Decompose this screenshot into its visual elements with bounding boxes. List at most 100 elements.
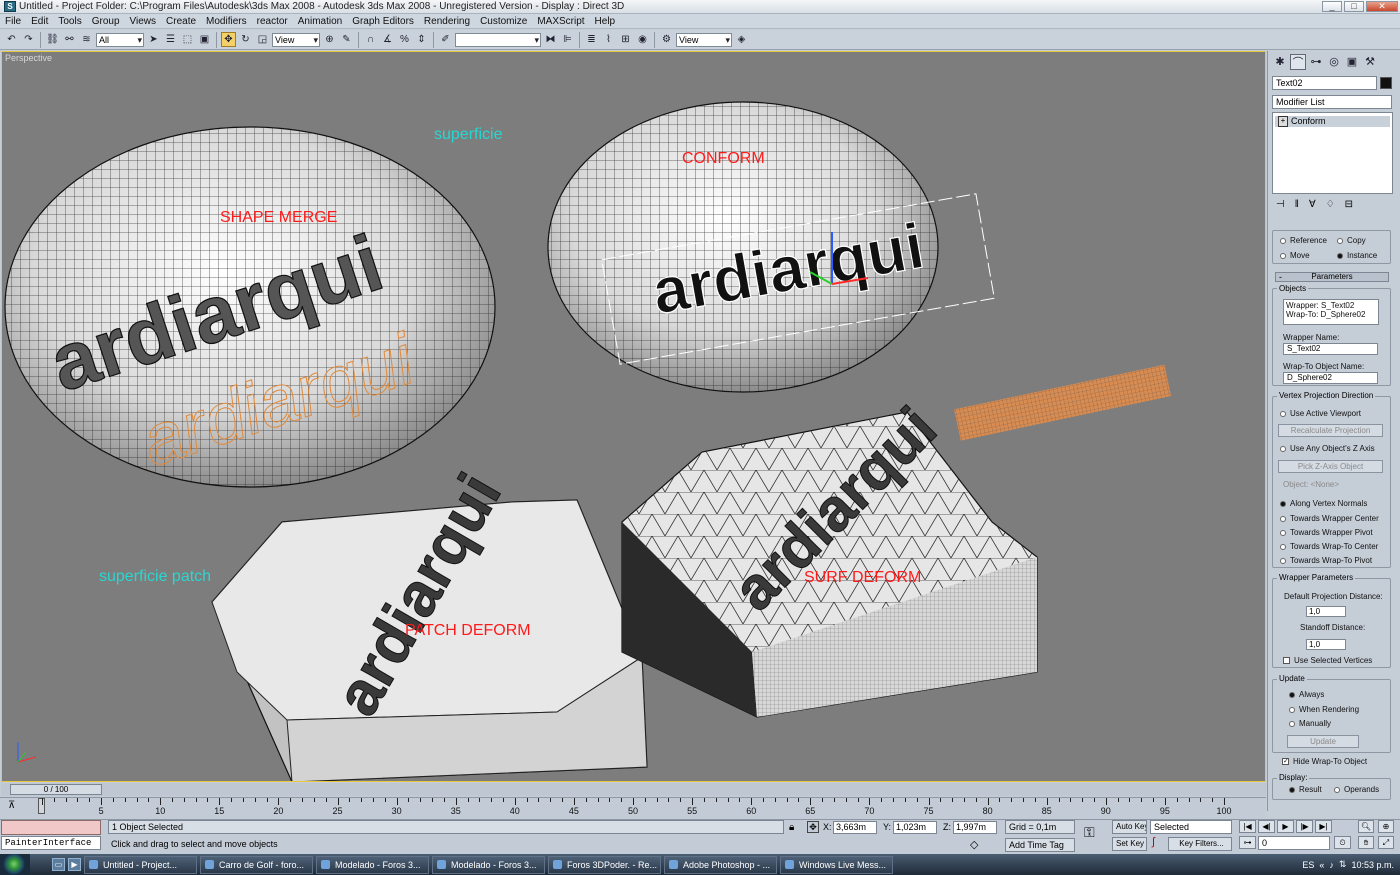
menu-edit[interactable]: Edit	[26, 16, 53, 27]
menu-file[interactable]: File	[0, 16, 26, 27]
reference-coordinate-dropdown[interactable]: View	[272, 32, 320, 47]
selection-filter-dropdown[interactable]: All	[96, 32, 144, 47]
y-coordinate-field[interactable]: 1,023m	[893, 821, 937, 834]
layer-manager-icon[interactable]: ≣	[584, 32, 599, 47]
snaps-toggle-icon[interactable]: ∩	[363, 32, 378, 47]
auto-key-button[interactable]: Auto Key	[1112, 820, 1147, 834]
named-selection-dropdown[interactable]	[455, 32, 541, 47]
language-indicator[interactable]: ES	[1302, 860, 1314, 870]
set-key-icon[interactable]: ⚿	[1084, 824, 1095, 841]
use-active-viewport-radio[interactable]: Use Active Viewport	[1280, 409, 1361, 418]
select-and-link-icon[interactable]: ⛓	[45, 32, 60, 47]
mirror-icon[interactable]: ⧓	[543, 32, 558, 47]
undo-icon[interactable]: ↶	[4, 32, 19, 47]
along-vertex-normals-radio[interactable]: Along Vertex Normals	[1280, 499, 1367, 508]
rectangle-selection-icon[interactable]: ⬚	[180, 32, 195, 47]
time-slider-thumb[interactable]: 0 / 100	[10, 784, 102, 795]
previous-frame-icon[interactable]: ◀|	[1258, 820, 1275, 833]
tray-arrow-icon[interactable]: «	[1319, 860, 1324, 870]
time-slider[interactable]: 0 / 100	[1, 783, 1266, 796]
orange-text-object[interactable]	[954, 364, 1172, 441]
taskbar-item-live-messenger[interactable]: Windows Live Mess...	[780, 855, 893, 874]
perspective-viewport[interactable]: ardiarqui ardiarqui ardiarqui ardiarqui …	[1, 51, 1266, 782]
schematic-view-icon[interactable]: ⊞	[618, 32, 633, 47]
stack-item-conform[interactable]: Conform	[1275, 116, 1390, 127]
goto-end-icon[interactable]: ▶|	[1315, 820, 1332, 833]
towards-wrapto-pivot-radio[interactable]: Towards Wrap-To Pivot	[1280, 556, 1372, 565]
curve-editor-icon[interactable]: ⌇	[601, 32, 616, 47]
utilities-tab-icon[interactable]: ⚒	[1362, 54, 1378, 70]
start-button[interactable]	[0, 854, 30, 875]
taskbar-item-photoshop[interactable]: Adobe Photoshop - ...	[664, 855, 777, 874]
media-player-icon[interactable]: ▶	[68, 858, 81, 871]
show-desktop-icon[interactable]: ▭	[52, 858, 65, 871]
bind-space-warp-icon[interactable]: ≋	[79, 32, 94, 47]
angle-snap-icon[interactable]: ∡	[380, 32, 395, 47]
maxscript-listener-mini[interactable]	[1, 820, 101, 835]
always-radio[interactable]: Always	[1289, 690, 1324, 699]
set-key-button[interactable]: Set Key	[1112, 837, 1147, 851]
select-object-icon[interactable]: ➤	[146, 32, 161, 47]
manually-radio[interactable]: Manually	[1289, 719, 1331, 728]
lock-selection-icon[interactable]: 🔒︎	[789, 822, 794, 833]
menu-animation[interactable]: Animation	[293, 16, 347, 27]
pin-stack-icon[interactable]: ⊣	[1276, 199, 1285, 210]
menu-rendering[interactable]: Rendering	[419, 16, 475, 27]
towards-wrapper-pivot-radio[interactable]: Towards Wrapper Pivot	[1280, 528, 1373, 537]
redo-icon[interactable]: ↷	[21, 32, 36, 47]
create-tab-icon[interactable]: ✱	[1272, 54, 1288, 70]
reference-radio[interactable]: Reference	[1280, 236, 1327, 245]
object-color-swatch[interactable]	[1380, 77, 1392, 89]
configure-sets-icon[interactable]: ⊟	[1345, 199, 1353, 210]
zoom-icon[interactable]: 🔍︎	[1358, 820, 1374, 833]
parameters-rollout[interactable]: Parameters	[1275, 272, 1389, 282]
goto-start-icon[interactable]: |◀	[1239, 820, 1256, 833]
taskbar-item-3dsmax[interactable]: Untitled - Project...	[84, 855, 197, 874]
key-filters-button[interactable]: Key Filters...	[1168, 837, 1232, 851]
towards-wrapper-center-radio[interactable]: Towards Wrapper Center	[1280, 514, 1379, 523]
menu-reactor[interactable]: reactor	[252, 16, 293, 27]
remove-modifier-icon[interactable]: ♢	[1326, 199, 1335, 210]
time-configuration-icon[interactable]: ⏲	[1334, 836, 1351, 849]
result-radio[interactable]: Result	[1289, 785, 1322, 794]
select-and-scale-icon[interactable]: ◲	[255, 32, 270, 47]
surf-deform-object[interactable]: ardiarqui	[621, 394, 1038, 718]
viewport-scene[interactable]: ardiarqui ardiarqui ardiarqui ardiarqui …	[2, 52, 1266, 782]
taskbar-item-foros-3dpoder[interactable]: Foros 3DPoder. - Re...	[548, 855, 661, 874]
next-frame-icon[interactable]: |▶	[1296, 820, 1313, 833]
select-and-manipulate-icon[interactable]: ✎	[339, 32, 354, 47]
quick-render-icon[interactable]: ◈	[734, 32, 749, 47]
z-coordinate-field[interactable]: 1,997m	[953, 821, 997, 834]
standoff-distance-spinner[interactable]: 1,0	[1306, 639, 1346, 650]
instance-radio[interactable]: Instance	[1337, 251, 1377, 260]
recalculate-projection-button[interactable]: Recalculate Projection	[1278, 424, 1383, 437]
update-button[interactable]: Update	[1287, 735, 1359, 748]
clock[interactable]: 10:53 p.m.	[1351, 860, 1394, 870]
taskbar-item-carro-de-golf[interactable]: Carro de Golf - foro...	[200, 855, 313, 874]
use-selected-vertices-checkbox[interactable]: Use Selected Vertices	[1283, 656, 1372, 665]
minimize-button[interactable]: _	[1322, 1, 1342, 12]
menu-maxscript[interactable]: MAXScript	[532, 16, 589, 27]
spinner-snap-icon[interactable]: ⇕	[414, 32, 429, 47]
render-setup-icon[interactable]: ⚙	[659, 32, 674, 47]
hide-wrapto-checkbox[interactable]: ✓ Hide Wrap-To Object	[1282, 757, 1367, 766]
close-button[interactable]: ✕	[1366, 1, 1398, 12]
x-coordinate-field[interactable]: 3,663m	[833, 821, 877, 834]
menu-customize[interactable]: Customize	[475, 16, 532, 27]
window-crossing-icon[interactable]: ▣	[197, 32, 212, 47]
edit-named-selection-icon[interactable]: ✐	[438, 32, 453, 47]
play-icon[interactable]: ▶	[1277, 820, 1294, 833]
default-projection-spinner[interactable]: 1,0	[1306, 606, 1346, 617]
hierarchy-tab-icon[interactable]: ⊶	[1308, 54, 1324, 70]
make-unique-icon[interactable]: ∀	[1309, 199, 1316, 210]
percent-snap-icon[interactable]: %	[397, 32, 412, 47]
render-view-dropdown[interactable]: View	[676, 32, 732, 47]
align-icon[interactable]: ⊫	[560, 32, 575, 47]
current-frame-field[interactable]: 0	[1258, 836, 1330, 850]
maxscript-mini-listener[interactable]: PainterInterface	[1, 836, 101, 850]
select-and-move-icon[interactable]: ✥	[221, 32, 236, 47]
network-icon[interactable]: ⇅	[1339, 859, 1347, 870]
motion-tab-icon[interactable]: ◎	[1326, 54, 1342, 70]
operands-radio[interactable]: Operands	[1334, 785, 1379, 794]
maximize-viewport-icon[interactable]: ⤢	[1378, 836, 1394, 849]
